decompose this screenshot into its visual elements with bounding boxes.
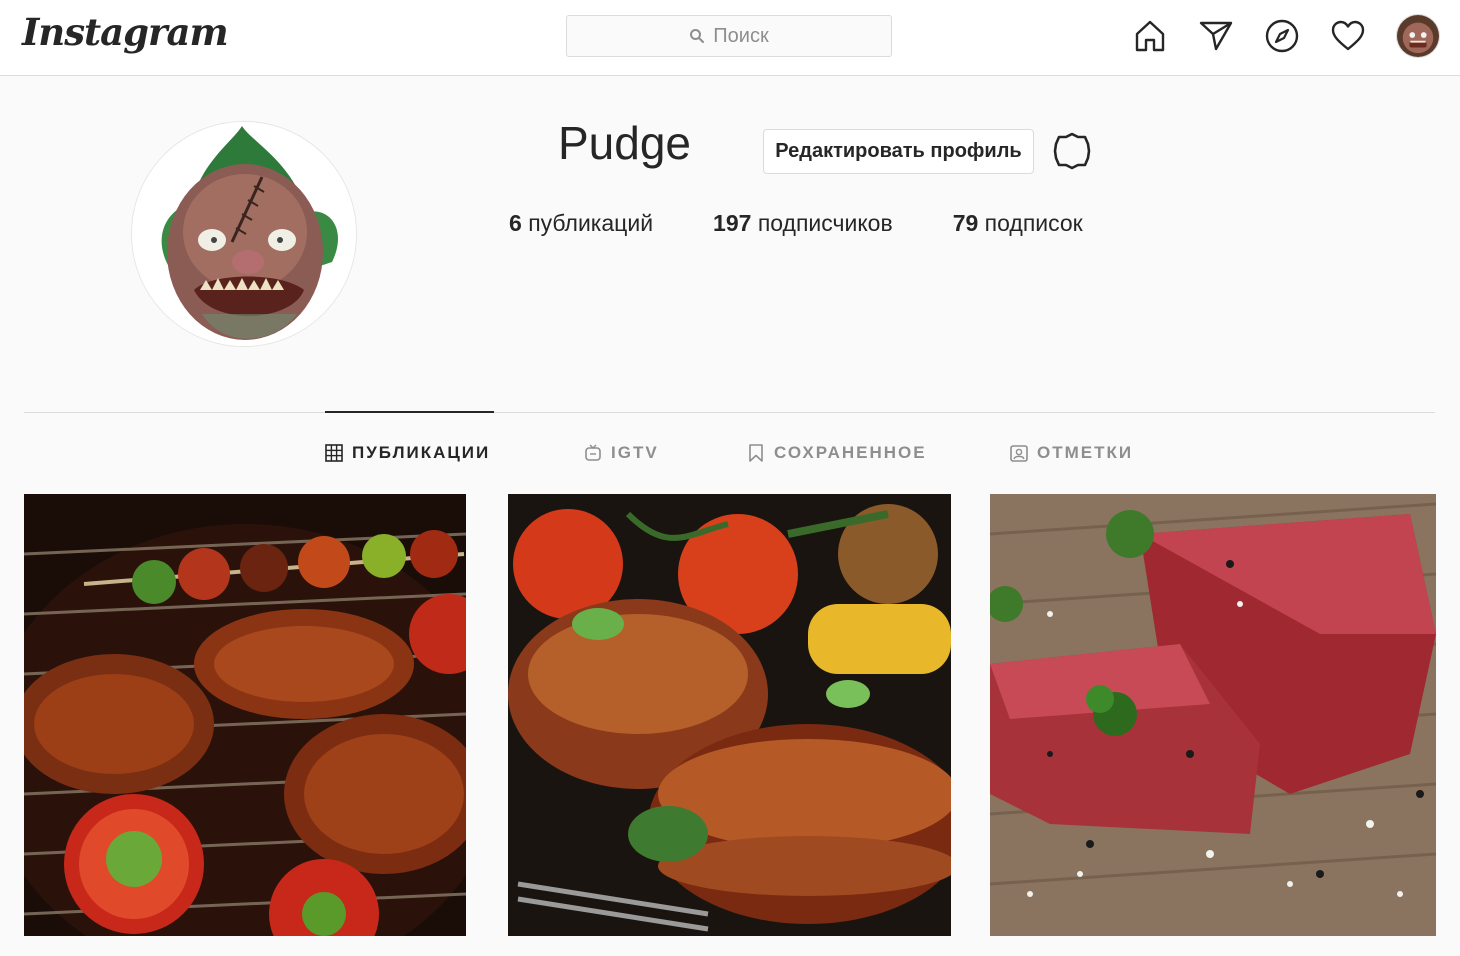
- bookmark-icon: [749, 444, 763, 462]
- profile-picture[interactable]: [131, 121, 357, 347]
- pudge-face-icon: [1397, 15, 1439, 57]
- igtv-icon: [585, 444, 601, 461]
- tab-saved[interactable]: СОХРАНЕННОЕ: [747, 443, 927, 463]
- edit-profile-button[interactable]: Редактировать профиль: [763, 129, 1034, 174]
- tab-posts[interactable]: ПУБЛИКАЦИИ: [325, 443, 490, 463]
- posts-count: 6 публикаций: [509, 210, 654, 236]
- search-placeholder: Поиск: [713, 24, 769, 47]
- activity-heart-icon[interactable]: [1330, 18, 1366, 54]
- home-icon[interactable]: [1132, 18, 1168, 54]
- profile-stats: 6 публикаций 197 подписчиков 79 подписок: [509, 210, 1083, 237]
- search-icon: [690, 29, 705, 43]
- tab-posts-label: ПУБЛИКАЦИИ: [352, 443, 491, 462]
- profile-avatar[interactable]: [1396, 14, 1440, 58]
- tab-tagged-label: ОТМЕТКИ: [1037, 443, 1134, 462]
- instagram-logo[interactable]: Instagram: [22, 10, 229, 54]
- direct-send-icon[interactable]: [1198, 18, 1234, 54]
- explore-compass-icon[interactable]: [1264, 18, 1300, 54]
- nav-icons: [1132, 14, 1440, 58]
- post-thumbnail-2[interactable]: [508, 494, 951, 936]
- tab-tagged[interactable]: ОТМЕТКИ: [1010, 443, 1133, 463]
- grilled-steaks-image: [508, 494, 951, 936]
- profile-username: Pudge: [558, 117, 692, 169]
- post-thumbnail-3[interactable]: [990, 494, 1436, 936]
- raw-beef-image: [990, 494, 1436, 936]
- grid-icon: [325, 444, 343, 462]
- following-count[interactable]: 79 подписок: [953, 210, 1083, 237]
- tab-saved-label: СОХРАНЕННОЕ: [774, 443, 927, 462]
- search-input[interactable]: Поиск: [566, 15, 892, 57]
- followers-count[interactable]: 197 подписчиков: [713, 210, 893, 237]
- tagged-icon: [1010, 445, 1028, 462]
- pudge-portrait-icon: [132, 122, 356, 346]
- grilled-meat-image: [24, 494, 466, 936]
- profile-tabs: ПУБЛИКАЦИИ IGTV СОХРАНЕННОЕ ОТМЕТКИ: [0, 443, 1460, 469]
- tab-igtv[interactable]: IGTV: [584, 443, 659, 463]
- tabs-divider: [24, 412, 1435, 413]
- post-thumbnail-1[interactable]: [24, 494, 466, 936]
- settings-gear-icon[interactable]: [1051, 130, 1093, 172]
- tab-igtv-label: IGTV: [611, 443, 659, 462]
- top-navigation-bar: Instagram Поиск: [0, 0, 1460, 76]
- active-tab-indicator: [325, 411, 494, 413]
